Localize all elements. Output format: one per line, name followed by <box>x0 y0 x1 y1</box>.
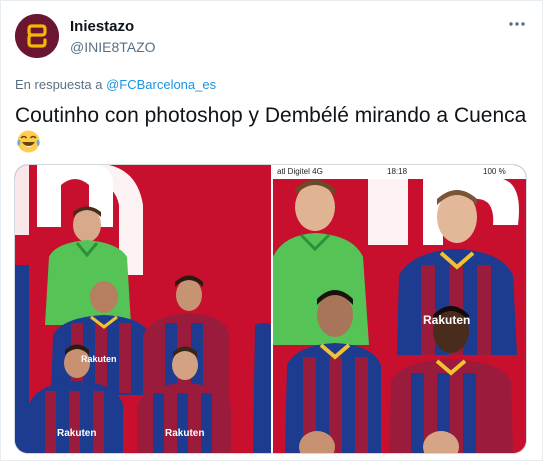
avatar[interactable] <box>15 14 59 58</box>
sponsor-label-left-3: Rakuten <box>165 428 205 439</box>
status-battery: 100 % <box>483 167 506 176</box>
reply-mention-link[interactable]: @FCBarcelona_es <box>106 77 216 92</box>
tweet-media[interactable]: Rakuten Rakuten Rakuten atl Digitel 4G 1… <box>14 164 527 454</box>
phone-status-bar: atl Digitel 4G 18:18 100 % <box>273 165 526 179</box>
avatar-logo-icon <box>15 14 59 58</box>
more-options-icon[interactable] <box>507 14 527 34</box>
tweet-card[interactable]: Iniestazo @INIE8TAZO En respuesta a @FCB… <box>0 0 543 461</box>
reply-prefix: En respuesta a <box>15 77 103 92</box>
author-handle[interactable]: @INIE8TAZO <box>70 39 156 55</box>
sponsor-label-left-2: Rakuten <box>57 428 97 439</box>
sponsor-label-left-1: Rakuten <box>81 354 117 364</box>
author-name[interactable]: Iniestazo <box>70 18 134 35</box>
team-photo-left[interactable]: Rakuten Rakuten Rakuten <box>15 165 271 453</box>
team-photo-right[interactable]: atl Digitel 4G 18:18 100 % Rakuten <box>273 165 526 453</box>
crying-laughing-emoji-icon <box>16 129 41 154</box>
status-time: 18:18 <box>387 167 408 176</box>
status-carrier: atl Digitel 4G <box>277 167 323 176</box>
tweet-text: Coutinho con photoshop y Dembélé mirando… <box>15 104 527 127</box>
reply-context: En respuesta a @FCBarcelona_es <box>15 77 216 92</box>
sponsor-label-right: Rakuten <box>423 313 471 327</box>
